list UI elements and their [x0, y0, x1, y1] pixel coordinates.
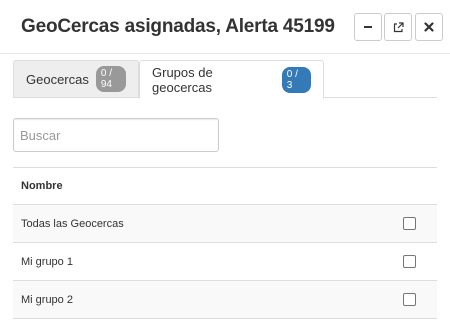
- modal-header: GeoCercas asignadas, Alerta 45199: [0, 0, 450, 54]
- count-badge: 0 / 94: [95, 66, 126, 92]
- groups-table: Nombre Todas las Geocercas Mi grupo 1 Mi…: [13, 167, 437, 319]
- tab-bar: Geocercas 0 / 94 Grupos de geocercas 0 /…: [13, 60, 437, 99]
- table-header-row: Nombre: [13, 168, 437, 205]
- tab-label: Geocercas: [26, 71, 89, 87]
- tab-geocercas[interactable]: Geocercas 0 / 94: [13, 60, 139, 98]
- table-row[interactable]: Mi grupo 1: [13, 243, 437, 281]
- row-name: Todas las Geocercas: [21, 217, 124, 230]
- modal-title: GeoCercas asignadas, Alerta 45199: [21, 16, 335, 37]
- row-name: Mi grupo 2: [21, 293, 73, 306]
- search-input[interactable]: [13, 118, 219, 152]
- count-badge: 0 / 3: [281, 66, 311, 93]
- close-icon: [424, 22, 434, 32]
- row-name: Mi grupo 1: [21, 255, 73, 268]
- tab-grupos-de-geocercas[interactable]: Grupos de geocercas 0 / 3: [139, 60, 324, 99]
- row-checkbox[interactable]: [403, 293, 416, 306]
- minus-icon: [363, 22, 373, 32]
- tab-label: Grupos de geocercas: [152, 64, 213, 95]
- external-link-icon: [393, 21, 404, 33]
- minimize-button[interactable]: [354, 13, 382, 41]
- popout-button[interactable]: [384, 13, 412, 41]
- table-row[interactable]: Mi grupo 2: [13, 281, 437, 319]
- close-button[interactable]: [415, 13, 443, 41]
- table-row[interactable]: Todas las Geocercas: [13, 205, 437, 243]
- row-checkbox[interactable]: [403, 217, 416, 230]
- row-checkbox[interactable]: [403, 255, 416, 268]
- column-header-nombre: Nombre: [21, 180, 63, 192]
